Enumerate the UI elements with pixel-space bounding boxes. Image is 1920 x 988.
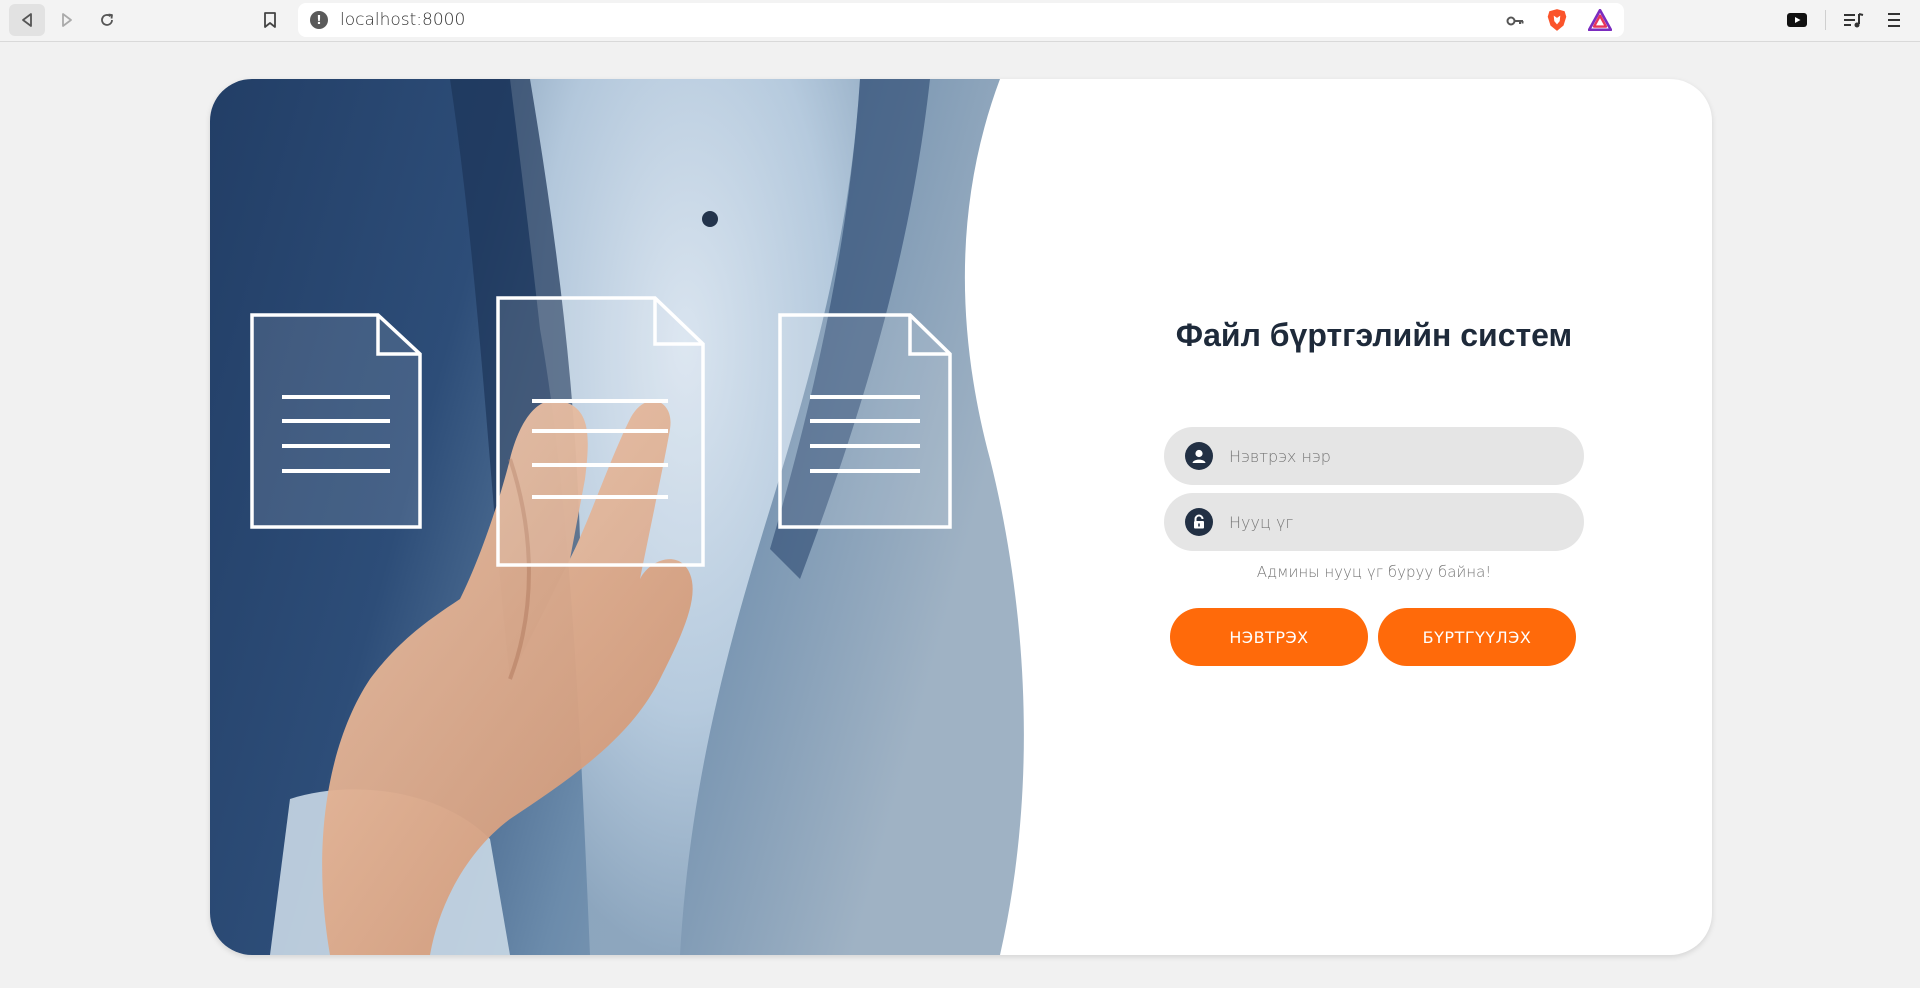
login-card: Файл бүртгэлийн систем Админы нууц үг бу <box>210 79 1712 955</box>
brave-rewards-icon[interactable] <box>1588 9 1612 31</box>
user-icon <box>1185 442 1213 470</box>
key-icon[interactable] <box>1505 11 1525 31</box>
bookmark-icon <box>264 12 276 28</box>
brave-shield-icon[interactable] <box>1546 8 1568 32</box>
bookmark-button[interactable] <box>252 4 288 36</box>
menu-icon[interactable] <box>1882 9 1906 31</box>
hero-image <box>210 79 1026 955</box>
info-icon[interactable]: ! <box>310 11 328 29</box>
register-button[interactable]: БҮРТГҮҮЛЭХ <box>1378 608 1576 666</box>
error-message: Админы нууц үг буруу байна! <box>1256 563 1492 581</box>
media-playlist-icon[interactable] <box>1841 9 1865 31</box>
lock-icon <box>1185 508 1213 536</box>
youtube-icon[interactable] <box>1785 9 1809 31</box>
back-button[interactable] <box>9 4 45 36</box>
toolbar-separator <box>1825 10 1826 30</box>
browser-toolbar: ! localhost:8000 <box>0 0 1920 42</box>
login-button[interactable]: НЭВТРЭХ <box>1170 608 1368 666</box>
reload-icon <box>101 13 113 26</box>
password-input[interactable] <box>1229 512 1559 532</box>
page-title: Файл бүртгэлийн систем <box>1175 317 1573 353</box>
username-field[interactable] <box>1164 427 1584 485</box>
username-input[interactable] <box>1229 446 1559 466</box>
password-field[interactable] <box>1164 493 1584 551</box>
forward-arrow-icon <box>62 13 72 27</box>
forward-button[interactable] <box>49 4 85 36</box>
url-text[interactable]: localhost:8000 <box>340 10 465 30</box>
address-bar[interactable]: ! localhost:8000 <box>298 3 1624 37</box>
reload-button[interactable] <box>89 4 125 36</box>
back-arrow-icon <box>22 13 32 27</box>
login-form: Файл бүртгэлийн систем Админы нууц үг бу <box>1164 79 1584 955</box>
